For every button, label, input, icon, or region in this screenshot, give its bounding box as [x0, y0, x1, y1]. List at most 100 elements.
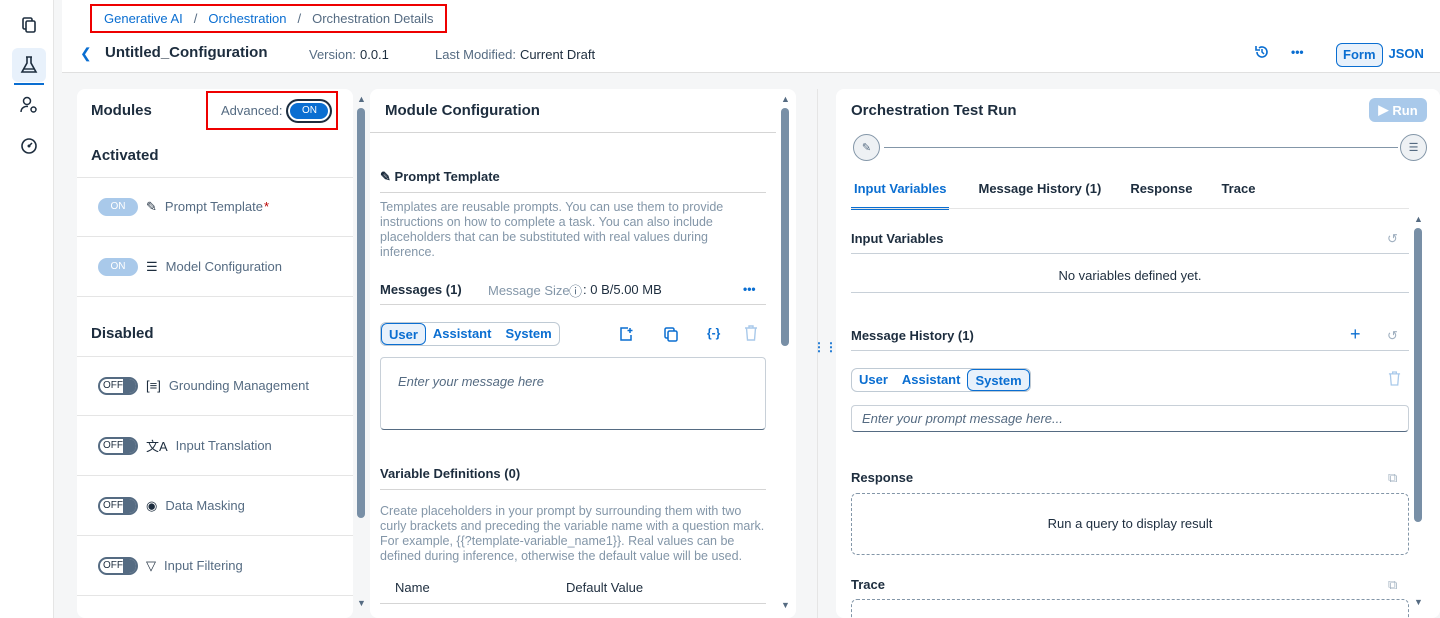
variable-definitions-description: Create placeholders in your prompt by su… — [380, 504, 765, 563]
history-icon[interactable] — [1254, 44, 1270, 64]
dashboard-gauge-icon[interactable] — [12, 129, 46, 163]
module-label: Model Configuration — [165, 259, 283, 274]
module-switch[interactable]: ON — [98, 197, 138, 216]
role-tab-user[interactable]: User — [381, 323, 426, 345]
config-scrollbar[interactable] — [781, 108, 789, 346]
tab-trace[interactable]: Trace — [1221, 172, 1255, 210]
tab-message-history[interactable]: Message History (1) — [978, 172, 1101, 210]
role-tab-assistant[interactable]: Assistant — [426, 323, 499, 345]
trace-heading: Trace — [851, 577, 885, 592]
version-value: 0.0.1 — [359, 47, 389, 62]
column-header-name: Name — [395, 580, 430, 595]
page-header: Generative AI / Orchestration / Orchestr… — [62, 0, 1440, 73]
scroll-up-arrow-icon[interactable]: ▲ — [781, 94, 790, 104]
role-tab-system[interactable]: System — [498, 323, 558, 345]
view-mode-toggle: Form JSON — [1336, 43, 1430, 67]
run-button[interactable]: ▶ Run — [1369, 98, 1427, 122]
module-model-configuration[interactable]: ON ☰ Model Configuration — [77, 237, 353, 297]
app-root: Generative AI / Orchestration / Orchestr… — [0, 0, 1440, 618]
add-message-icon[interactable] — [618, 326, 634, 345]
copy-icon[interactable]: ⧉ — [1388, 470, 1397, 486]
activated-heading: Activated — [91, 147, 159, 164]
side-rail — [0, 0, 54, 618]
module-label: Input Filtering — [164, 558, 243, 573]
advanced-switch[interactable]: ON — [286, 98, 333, 123]
breadcrumb-orchestration[interactable]: Orchestration — [208, 11, 286, 26]
back-chevron-icon[interactable]: ❮ — [80, 45, 92, 62]
delete-icon[interactable] — [1388, 371, 1401, 389]
sliders-icon: ☰ — [146, 258, 158, 274]
module-input-translation[interactable]: OFF 文A Input Translation — [77, 416, 353, 476]
history-role-tabs: User Assistant System — [851, 368, 1031, 392]
module-configuration-panel: Module Configuration ✎ Prompt Template T… — [370, 89, 796, 618]
delete-icon[interactable] — [744, 325, 758, 344]
module-switch[interactable]: OFF — [98, 496, 138, 515]
role-tab-user[interactable]: User — [852, 369, 895, 391]
reset-icon[interactable]: ↺ — [1387, 328, 1398, 344]
scroll-up-arrow-icon[interactable]: ▲ — [357, 94, 366, 104]
tab-response[interactable]: Response — [1130, 172, 1192, 210]
module-grounding-management[interactable]: OFF [≡] Grounding Management — [77, 356, 353, 416]
test-run-title: Orchestration Test Run — [851, 102, 1017, 119]
copy-icon[interactable] — [663, 326, 679, 345]
copy-icon[interactable]: ⧉ — [1388, 577, 1397, 593]
message-role-tabs: User Assistant System — [380, 322, 560, 346]
play-icon: ▶ — [1378, 102, 1389, 117]
filter-icon: ▽ — [146, 557, 156, 573]
config-title: Module Configuration — [385, 102, 540, 119]
prompt-message-input[interactable]: Enter your prompt message here... — [851, 405, 1409, 432]
messages-label: Messages (1) — [380, 282, 462, 297]
divider — [851, 292, 1409, 293]
breadcrumb-separator: / — [193, 11, 198, 26]
modules-title: Modules — [91, 102, 152, 119]
message-input[interactable]: Enter your message here — [380, 357, 766, 430]
tab-input-variables[interactable]: Input Variables — [851, 172, 950, 210]
prompt-edit-icon: ✎ — [146, 198, 157, 214]
required-marker: * — [263, 199, 269, 214]
add-icon[interactable]: + — [1350, 324, 1361, 345]
step-settings-icon[interactable]: ☰ — [1400, 134, 1427, 161]
response-placeholder: Run a query to display result — [1047, 516, 1213, 531]
info-icon[interactable]: ⓘ — [569, 281, 582, 300]
user-settings-icon[interactable] — [12, 88, 46, 122]
test-scrollbar[interactable] — [1414, 228, 1422, 522]
prompt-template-description: Templates are reusable prompts. You can … — [380, 200, 724, 259]
step-edit-icon[interactable]: ✎ — [853, 134, 880, 161]
last-modified-info: Last Modified: Current Draft — [435, 47, 595, 62]
translate-icon: 文A — [146, 439, 168, 454]
grounding-icon: [≡] — [146, 378, 161, 393]
advanced-label: Advanced: — [221, 103, 283, 118]
module-input-filtering[interactable]: OFF ▽ Input Filtering — [77, 536, 353, 596]
role-tab-system[interactable]: System — [967, 369, 1030, 391]
form-view-button[interactable]: Form — [1336, 43, 1383, 67]
module-switch[interactable]: ON — [98, 257, 138, 276]
scroll-down-arrow-icon[interactable]: ▼ — [781, 600, 790, 610]
breadcrumb-generative-ai[interactable]: Generative AI — [104, 11, 183, 26]
copy-pages-icon[interactable] — [12, 8, 46, 42]
flask-icon[interactable] — [12, 48, 46, 85]
more-options-icon[interactable]: ••• — [1291, 45, 1304, 59]
json-view-button[interactable]: JSON — [1383, 43, 1430, 67]
message-history-heading: Message History (1) — [851, 328, 974, 343]
test-run-panel: Orchestration Test Run ▶ Run ✎ ☰ Input Va… — [836, 89, 1440, 618]
scroll-down-arrow-icon[interactable]: ▼ — [1414, 597, 1423, 607]
module-data-masking[interactable]: OFF ◉ Data Masking — [77, 476, 353, 536]
modules-scrollbar[interactable] — [357, 108, 365, 518]
splitter-grip-icon[interactable]: ⋮⋮ — [813, 340, 837, 354]
scroll-down-arrow-icon[interactable]: ▼ — [357, 598, 366, 608]
message-size-label: Message Size — [488, 283, 570, 298]
divider — [851, 350, 1409, 351]
scroll-up-arrow-icon[interactable]: ▲ — [1414, 214, 1423, 224]
module-switch[interactable]: OFF — [98, 556, 138, 575]
version-info: Version: 0.0.1 — [309, 47, 389, 62]
role-tab-assistant[interactable]: Assistant — [895, 369, 968, 391]
reset-icon[interactable]: ↺ — [1387, 231, 1398, 247]
module-prompt-template[interactable]: ON ✎ Prompt Template * — [77, 177, 353, 237]
module-switch[interactable]: OFF — [98, 436, 138, 455]
divider — [380, 603, 766, 604]
variable-icon[interactable]: {-} — [707, 326, 720, 340]
disabled-heading: Disabled — [91, 325, 154, 342]
divider — [380, 192, 766, 193]
messages-more-icon[interactable]: ••• — [743, 282, 756, 296]
module-switch[interactable]: OFF — [98, 376, 138, 395]
